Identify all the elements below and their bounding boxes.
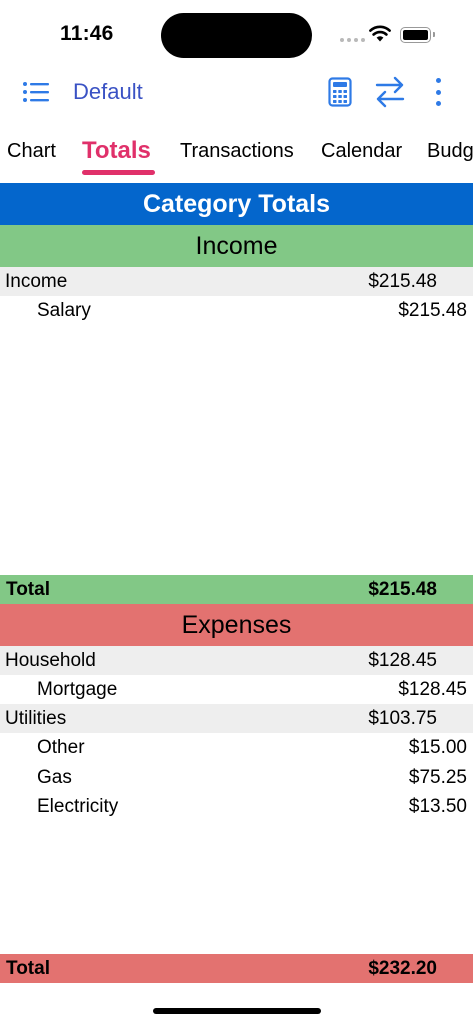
category-amount: $128.45 [368, 650, 437, 671]
category-row[interactable]: Household $128.45 [0, 646, 473, 675]
subcategory-amount: $215.48 [398, 300, 467, 321]
subcategory-amount: $15.00 [408, 737, 467, 758]
ledger-selector[interactable]: Default [73, 79, 143, 105]
expenses-section-header: Expenses [0, 604, 473, 646]
calculator-icon[interactable] [328, 77, 352, 107]
swap-arrows-icon[interactable] [375, 76, 405, 108]
list-icon[interactable] [22, 79, 50, 105]
category-amount: $103.75 [368, 708, 437, 729]
subcategory-label: Mortgage [37, 679, 118, 700]
tab-budget[interactable]: Budg [427, 140, 473, 163]
subcategory-amount: $75.25 [408, 767, 467, 788]
subcategory-amount: $13.50 [408, 796, 467, 817]
tab-totals[interactable]: Totals [82, 137, 151, 165]
total-amount: $232.20 [368, 958, 437, 979]
total-amount: $215.48 [368, 579, 437, 600]
subcategory-label: Electricity [37, 796, 119, 817]
category-label: Household [5, 650, 96, 671]
total-label: Total [6, 958, 50, 979]
report-title: Category Totals [0, 183, 473, 225]
wifi-icon [369, 25, 391, 42]
subcategory-label: Other [37, 737, 85, 758]
category-row[interactable]: Utilities $103.75 [0, 704, 473, 733]
tab-bar: Chart Totals Transactions Calendar Budg [0, 132, 473, 178]
subcategory-row[interactable]: Mortgage $128.45 [0, 675, 473, 704]
expenses-total-row: Total $232.20 [0, 954, 473, 983]
income-total-row: Total $215.48 [0, 575, 473, 604]
subcategory-amount: $128.45 [398, 679, 467, 700]
category-amount: $215.48 [368, 271, 437, 292]
category-label: Income [5, 271, 68, 292]
subcategory-label: Gas [37, 767, 72, 788]
status-bar: 11:46 [0, 0, 473, 70]
subcategory-row[interactable]: Electricity $13.50 [0, 792, 473, 821]
cellular-signal-icon [340, 38, 365, 42]
home-indicator[interactable] [153, 1008, 321, 1014]
dynamic-island [161, 13, 312, 58]
navigation-bar: Default [0, 70, 473, 114]
tab-transactions[interactable]: Transactions [180, 140, 294, 163]
category-label: Utilities [5, 708, 67, 729]
status-time: 11:46 [60, 22, 114, 45]
subcategory-row[interactable]: Gas $75.25 [0, 763, 473, 792]
income-section-header: Income [0, 225, 473, 267]
subcategory-row[interactable]: Salary $215.48 [0, 296, 473, 325]
category-row[interactable]: Income $215.48 [0, 267, 473, 296]
tab-chart[interactable]: Chart [7, 140, 56, 163]
tab-calendar[interactable]: Calendar [321, 140, 402, 163]
more-vertical-icon[interactable] [430, 78, 446, 106]
subcategory-row[interactable]: Other $15.00 [0, 733, 473, 762]
subcategory-label: Salary [37, 300, 91, 321]
total-label: Total [6, 579, 50, 600]
active-tab-indicator [82, 170, 155, 175]
battery-icon [400, 27, 435, 43]
